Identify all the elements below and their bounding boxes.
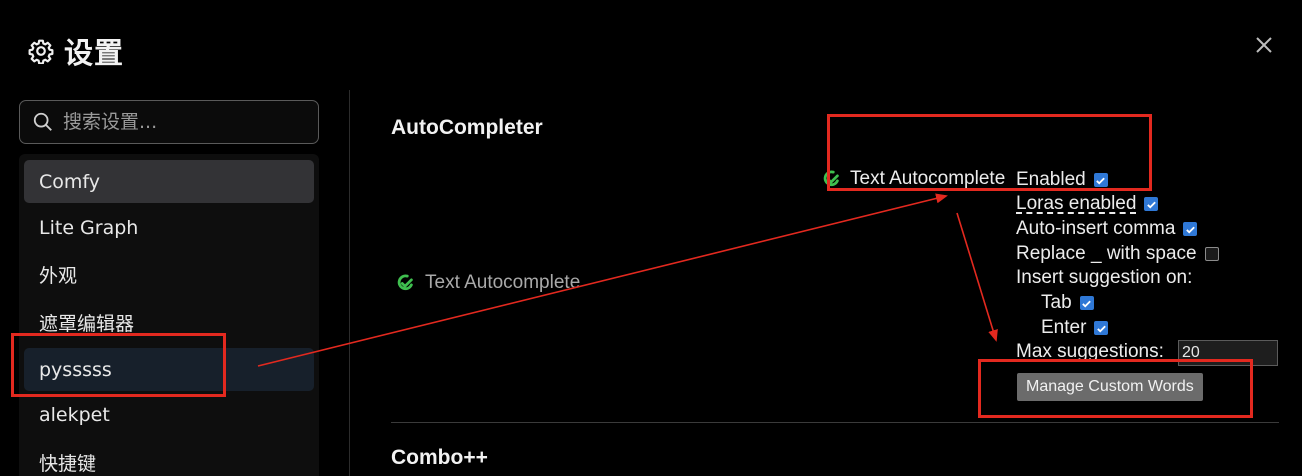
gear-icon [28, 39, 54, 64]
section-title-autocompleter: AutoCompleter [391, 116, 543, 139]
sidebar-item-alekpet[interactable]: alekpet [24, 393, 314, 436]
sidebar-item-label: Comfy [39, 170, 100, 193]
sidebar-item-label: Lite Graph [39, 216, 139, 239]
sidebar-item-label: 外观 [39, 265, 78, 287]
enabled-label: Enabled [1016, 169, 1086, 190]
loras-option: Loras enabled [1016, 192, 1159, 216]
check-icon [1147, 201, 1156, 209]
search-icon [33, 112, 52, 131]
enabled-checkbox[interactable] [1093, 173, 1108, 187]
comma-option: Auto-insert comma [1016, 217, 1198, 241]
sidebar-item-mask-editor[interactable]: 遮罩编辑器 [24, 301, 314, 344]
dialog-title: 设置 [64, 36, 125, 70]
pysssss-logo-icon [823, 170, 839, 187]
enter-checkbox[interactable] [1094, 321, 1109, 335]
sidebar-item-pysssss[interactable]: pysssss [24, 348, 314, 391]
tab-option: Tab [1041, 291, 1094, 315]
autocomplete-header-text: Text Autocomplete [850, 168, 1006, 189]
max-suggestions-input[interactable] [1178, 340, 1278, 366]
check-icon [1082, 300, 1091, 308]
tab-label: Tab [1041, 292, 1072, 313]
manage-custom-words-button[interactable]: Manage Custom Words [1017, 373, 1203, 401]
replace-checkbox[interactable] [1204, 247, 1219, 261]
check-icon [1097, 325, 1106, 333]
enter-label: Enter [1041, 317, 1087, 338]
sidebar-item-lite-graph[interactable]: Lite Graph [24, 206, 314, 249]
loras-label: Loras enabled [1016, 193, 1137, 214]
sidebar-item-label: alekpet [39, 403, 110, 426]
pysssss-logo-icon [397, 274, 413, 291]
sidebar-item-comfy[interactable]: Comfy [24, 160, 314, 203]
comma-checkbox[interactable] [1183, 222, 1198, 236]
sidebar-item-shortcuts[interactable]: 快捷键 [24, 441, 314, 476]
search-input[interactable] [63, 111, 303, 133]
close-icon[interactable] [1252, 33, 1276, 57]
insert-on-label: Insert suggestion on: [1016, 267, 1193, 288]
loras-checkbox[interactable] [1144, 197, 1159, 211]
section-title-combo: Combo++ [391, 446, 488, 469]
sidebar-item-label: 遮罩编辑器 [39, 313, 135, 335]
enabled-option: Enabled [1016, 168, 1108, 192]
setting-label-text: Text Autocomplete [425, 272, 581, 293]
check-icon [1096, 177, 1106, 185]
dialog-header: 设置 [28, 30, 124, 72]
annotation-arrow-to-enabled [257, 193, 948, 367]
check-icon [1186, 226, 1195, 234]
max-suggestions-label: Max suggestions: [1016, 341, 1164, 362]
replace-option: Replace _ with space [1016, 242, 1219, 266]
sidebar-item-label: 快捷键 [39, 453, 97, 475]
replace-label: Replace _ with space [1016, 243, 1197, 264]
setting-label: Text Autocomplete [394, 272, 580, 294]
autocomplete-header: Text Autocomplete [820, 168, 1005, 190]
tab-checkbox[interactable] [1079, 296, 1094, 310]
comma-label: Auto-insert comma [1016, 218, 1176, 239]
panel-divider [349, 90, 350, 476]
settings-dialog: 设置 Comfy Lite Graph 外观 遮罩编辑器 pysssss ale… [0, 0, 1302, 476]
sidebar-item-appearance[interactable]: 外观 [24, 253, 314, 296]
settings-category-list: Comfy Lite Graph 外观 遮罩编辑器 pysssss alekpe… [19, 154, 319, 476]
annotation-arrow-to-manage [956, 212, 998, 342]
search-box[interactable] [19, 100, 319, 144]
enter-option: Enter [1041, 316, 1109, 340]
section-divider [391, 422, 1279, 423]
sidebar-item-label: pysssss [39, 358, 112, 381]
